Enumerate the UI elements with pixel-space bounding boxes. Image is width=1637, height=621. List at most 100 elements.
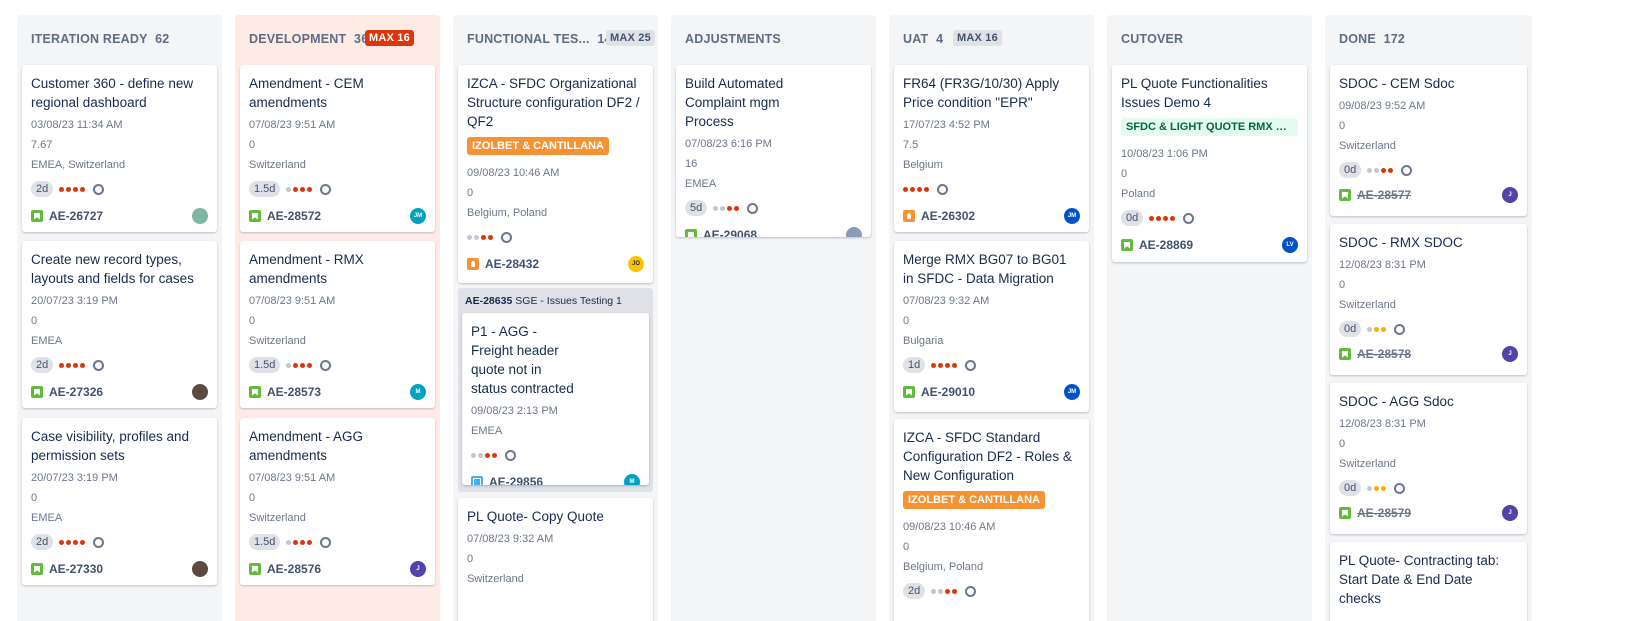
- issue-region: EMEA: [471, 425, 503, 437]
- issue-date: 09/08/23 2:13 PM: [471, 405, 558, 417]
- priority-dots-icon: [59, 539, 86, 545]
- user-avatar-icon[interactable]: JM: [410, 208, 426, 224]
- issue-key[interactable]: AE-28432: [485, 257, 539, 271]
- column-header[interactable]: UAT 4 MAX 16: [889, 15, 1094, 59]
- user-avatar-icon[interactable]: LV: [1282, 237, 1298, 253]
- issue-date: 12/08/23 8:31 PM: [1339, 259, 1426, 271]
- issue-card[interactable]: SDOC - CEM Sdoc 09/08/23 9:52 AM 0 Switz…: [1330, 65, 1527, 216]
- issue-card[interactable]: FR64 (FR3G/10/30) Apply Price condition …: [894, 65, 1089, 232]
- status-ring-icon: [747, 202, 759, 214]
- story-icon: [1121, 239, 1133, 251]
- issue-points: 0: [1339, 279, 1346, 291]
- user-avatar-icon[interactable]: J: [1502, 187, 1518, 203]
- column-header[interactable]: DEVELOPMENT 36 MAX 16: [235, 15, 440, 59]
- issue-key[interactable]: AE-28577: [1357, 188, 1411, 202]
- story-icon: [1339, 507, 1351, 519]
- time-in-column-badge: 1d: [903, 357, 926, 373]
- story-icon: [31, 386, 43, 398]
- issue-card[interactable]: Create new record types, layouts and fie…: [22, 241, 217, 408]
- issue-summary: SDOC - CEM Sdoc: [1339, 76, 1455, 91]
- column-header[interactable]: CUTOVER: [1107, 15, 1312, 59]
- issue-date: 07/08/23 9:32 AM: [467, 533, 554, 545]
- time-in-column-badge: 2d: [31, 181, 54, 197]
- issue-card[interactable]: Build Automated Complaint mgm Process 07…: [676, 65, 871, 237]
- issue-key[interactable]: AE-27330: [49, 562, 103, 576]
- issue-card[interactable]: SDOC - AGG Sdoc 12/08/23 8:31 PM 0 Switz…: [1330, 383, 1527, 534]
- issue-card[interactable]: Amendment - RMX amendments 07/08/23 9:51…: [240, 241, 435, 408]
- issue-key[interactable]: AE-29856: [489, 475, 543, 485]
- time-in-column-badge: 0d: [1339, 162, 1362, 178]
- user-avatar-icon[interactable]: JM: [1064, 384, 1080, 400]
- user-avatar-icon[interactable]: M: [624, 474, 640, 485]
- issue-card[interactable]: PL Quote- Contracting tab: Start Date & …: [1330, 542, 1527, 621]
- issue-key[interactable]: AE-28572: [267, 209, 321, 223]
- user-avatar-icon[interactable]: J: [1502, 505, 1518, 521]
- issue-date: 07/08/23 9:51 AM: [249, 119, 336, 131]
- column-header[interactable]: ADJUSTMENTS: [671, 15, 876, 59]
- issue-key[interactable]: AE-28579: [1357, 506, 1411, 520]
- issue-card[interactable]: IZCA - SFDC Organizational Structure con…: [458, 65, 653, 283]
- issue-date: 07/08/23 6:16 PM: [685, 138, 772, 150]
- issue-key[interactable]: AE-28573: [267, 385, 321, 399]
- user-avatar-icon[interactable]: M: [410, 384, 426, 400]
- column-uat: UAT 4 MAX 16 FR64 (FR3G/10/30) Apply Pri…: [889, 15, 1094, 621]
- status-ring-icon: [320, 183, 332, 195]
- column-functional-testing: FUNCTIONAL TES... 14 MAX 25 IZCA - SFDC …: [453, 15, 658, 621]
- issue-summary: Amendment - CEM amendments: [249, 76, 364, 110]
- status-ring-icon: [1401, 164, 1413, 176]
- user-avatar-icon[interactable]: JO: [628, 256, 644, 272]
- issue-card[interactable]: Amendment - CEM amendments 07/08/23 9:51…: [240, 65, 435, 232]
- issue-summary: FR64 (FR3G/10/30) Apply Price condition …: [903, 76, 1060, 110]
- issue-key[interactable]: AE-28869: [1139, 238, 1193, 252]
- column-header[interactable]: FUNCTIONAL TES... 14 MAX 25: [453, 15, 658, 59]
- issue-points: 0: [903, 315, 910, 327]
- issue-key[interactable]: AE-27326: [49, 385, 103, 399]
- photo-avatar-icon[interactable]: [192, 561, 208, 577]
- issue-region: Switzerland: [249, 159, 306, 171]
- photo-avatar-icon[interactable]: [192, 208, 208, 224]
- issue-date: 03/08/23 11:34 AM: [31, 119, 123, 131]
- issue-card[interactable]: Merge RMX BG07 to BG01 in SFDC - Data Mi…: [894, 241, 1089, 412]
- issue-date: 20/07/23 3:19 PM: [31, 472, 118, 484]
- issue-key[interactable]: AE-28578: [1357, 347, 1411, 361]
- column-title: DONE: [1339, 32, 1376, 46]
- story-icon: [249, 386, 261, 398]
- issue-card[interactable]: SDOC - RMX SDOC 12/08/23 8:31 PM 0 Switz…: [1330, 224, 1527, 375]
- issue-card[interactable]: IZCA - SFDC Standard Configuration DF2 -…: [894, 419, 1089, 621]
- issue-points: 0: [249, 139, 256, 151]
- issue-key[interactable]: AE-26727: [49, 209, 103, 223]
- column-header[interactable]: ITERATION READY 62: [17, 15, 222, 59]
- issue-label: IZOLBET & CANTILLANA: [467, 137, 609, 155]
- column-count: 172: [1383, 32, 1406, 46]
- issue-card[interactable]: Amendment - AGG amendments 07/08/23 9:51…: [240, 418, 435, 585]
- issue-card[interactable]: PL Quote Functionalities Issues Demo 4 S…: [1112, 65, 1307, 262]
- parent-issue-header[interactable]: AE-28635 SGE - Issues Testing 1: [465, 295, 649, 307]
- issue-card[interactable]: P1 - AGG - Freight header quote not in s…: [462, 313, 649, 485]
- column-cutover: CUTOVER PL Quote Functionalities Issues …: [1107, 15, 1312, 621]
- story-icon: [685, 229, 697, 237]
- issue-summary: SDOC - RMX SDOC: [1339, 235, 1463, 250]
- story-icon: [31, 563, 43, 575]
- issue-region: Switzerland: [1339, 299, 1396, 311]
- column-title: ADJUSTMENTS: [685, 32, 781, 46]
- user-avatar-icon[interactable]: JM: [1064, 208, 1080, 224]
- photo-avatar-icon[interactable]: [192, 384, 208, 400]
- user-avatar-icon[interactable]: J: [410, 561, 426, 577]
- column-header[interactable]: DONE 172: [1325, 15, 1532, 59]
- issue-label: IZOLBET & CANTILLANA: [903, 491, 1045, 509]
- issue-points: 0: [31, 492, 38, 504]
- issue-card[interactable]: PL Quote- Copy Quote 07/08/23 9:32 AM 0 …: [458, 498, 653, 621]
- issue-key[interactable]: AE-28576: [267, 562, 321, 576]
- column-title: FUNCTIONAL TES...: [467, 32, 590, 46]
- issue-key[interactable]: AE-29068: [703, 228, 757, 237]
- issue-key[interactable]: AE-26302: [921, 209, 975, 223]
- column-iteration-ready: ITERATION READY 62 Customer 360 - define…: [17, 15, 222, 621]
- issue-card[interactable]: Case visibility, profiles and permission…: [22, 418, 217, 585]
- status-ring-icon: [501, 231, 512, 243]
- issue-card[interactable]: Customer 360 - define new regional dashb…: [22, 65, 217, 232]
- time-in-column-badge: 5d: [685, 200, 708, 216]
- issue-key[interactable]: AE-29010: [921, 385, 975, 399]
- parent-issue-title: SGE - Issues Testing 1: [515, 295, 622, 307]
- photo-avatar-icon[interactable]: [846, 227, 862, 237]
- user-avatar-icon[interactable]: J: [1502, 346, 1518, 362]
